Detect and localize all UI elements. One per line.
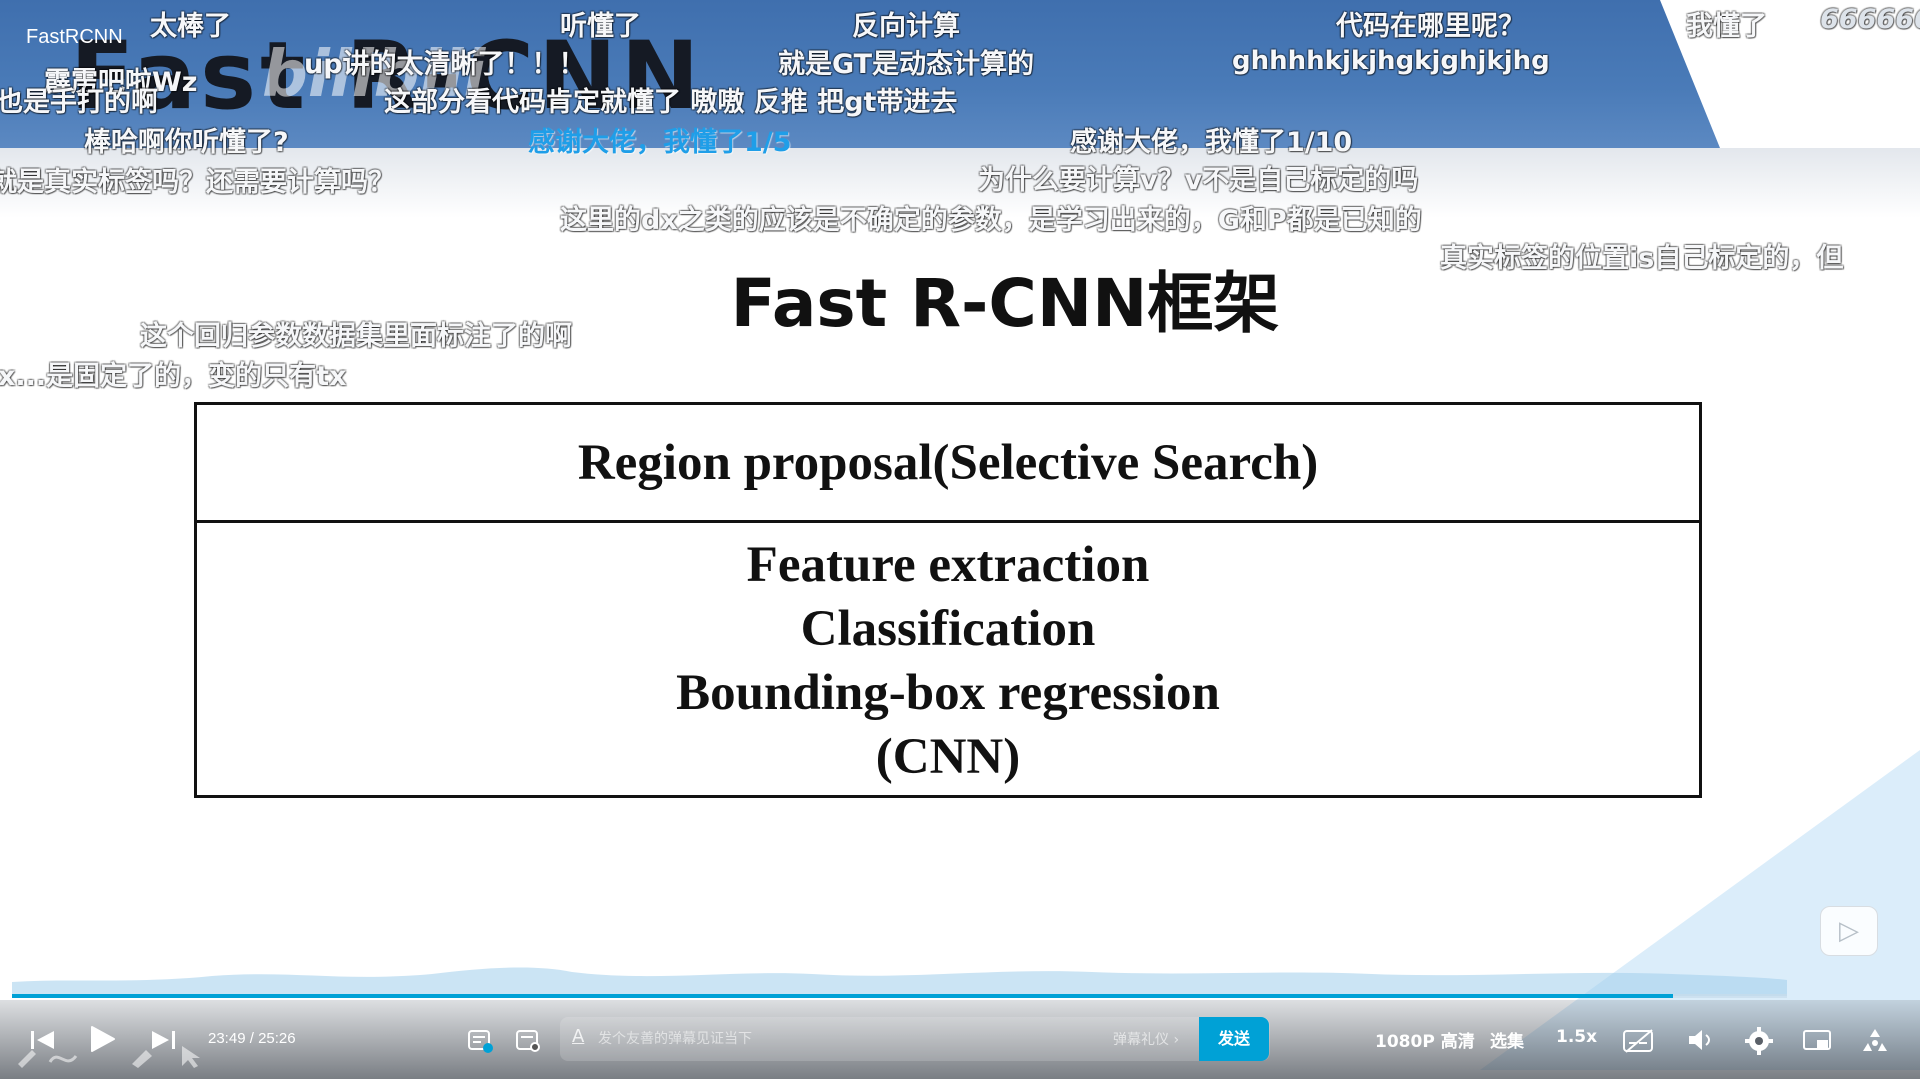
slide-decoration-wave [12,967,1787,996]
progress-bar[interactable] [12,994,1787,998]
danmaku-comment: 真实标签的位置is自己标定的，但 [1440,243,1844,274]
video-title: FastRCNN [26,26,123,48]
danmaku-comment: 这里的dx之类的应该是不确定的参数，是学习出来的，G和P都是已知的 [560,205,1422,236]
total-time: 25:26 [258,1030,296,1047]
danmaku-comment: ghhhhkjkjhgkjghjkjhg [1232,46,1550,76]
danmaku-comment: 也是手打的啊 [0,87,158,118]
danmaku-input-box[interactable]: A 弹幕礼仪 › [560,1017,1270,1061]
danmaku-comment: 感谢大佬，我懂了1/10 [1070,127,1353,158]
framework-row-region-proposal: Region proposal(Selective Search) [197,405,1699,523]
web-fullscreen-icon[interactable] [1802,1028,1834,1054]
send-danmaku-button[interactable]: 发送 [1199,1017,1269,1061]
danmaku-comment: 代码在哪里呢？ [1336,11,1525,42]
danmaku-comment: 就是真实标签吗？还需要计算吗？ [0,167,395,198]
danmaku-style-icon[interactable]: A [572,1026,584,1047]
time-separator: / [249,1030,254,1047]
danmaku-comment: up讲的太清晰了！！！ [304,49,586,80]
danmaku-comment: 我懂了 [1686,11,1767,42]
danmaku-comment: 就是GT是动态计算的 [778,49,1035,80]
danmaku-toggle-icon[interactable] [466,1028,494,1054]
danmaku-etiquette-link[interactable]: 弹幕礼仪 › [1113,1029,1179,1049]
time-display: 23:49 / 25:26 [208,1030,296,1047]
framework-row-cnn: Feature extraction Classification Boundi… [197,526,1699,795]
quality-button[interactable]: 1080P 高清 [1375,1027,1475,1052]
feature-extraction-text: Feature extraction [746,536,1150,593]
video-player[interactable]: Fast R-CNN bilibili FastRCNN ? Fast R-CN… [0,0,1920,1079]
danmaku-comment: 听懂了 [560,11,641,42]
settings-gear-icon[interactable] [1744,1026,1774,1056]
fullscreen-icon[interactable] [1860,1026,1890,1056]
volume-icon[interactable] [1686,1026,1716,1054]
danmaku-comment: x...是固定了的，变的只有tx [0,361,347,392]
danmaku-comment: 666666 [1820,4,1920,35]
episodes-button[interactable]: 选集 [1490,1027,1524,1052]
region-proposal-text: Region proposal(Selective Search) [577,434,1319,491]
danmaku-comment: 为什么要计算v？v不是自己标定的吗 [978,165,1419,196]
current-time: 23:49 [208,1030,246,1047]
danmaku-comment: 这个回归参数数据集里面标注了的啊 [140,321,572,352]
danmaku-comment: 棒哈啊你听懂了? [84,127,289,158]
side-play-icon[interactable]: ▷ [1820,906,1878,956]
danmaku-settings-icon[interactable] [514,1028,542,1054]
framework-diagram: Region proposal(Selective Search) Featur… [194,402,1702,798]
danmaku-input[interactable] [598,1027,1098,1051]
bbox-regression-text: Bounding-box regression [676,664,1220,721]
annotation-tools-icon [18,1046,200,1068]
danmaku-comment: 这部分看代码肯定就懂了 嗷嗷 反推 把gt带进去 [384,87,958,118]
classification-text: Classification [800,600,1096,657]
danmaku-comment: 太棒了 [150,11,231,42]
danmaku-comment: 感谢大佬，我懂了1/5 [528,127,792,158]
progress-bar-fill [12,994,1674,998]
danmaku-comment: 反向计算 [852,11,960,42]
speed-button[interactable]: 1.5x [1556,1027,1597,1047]
cnn-text: (CNN) [875,728,1021,785]
subtitle-off-icon[interactable] [1622,1028,1656,1054]
